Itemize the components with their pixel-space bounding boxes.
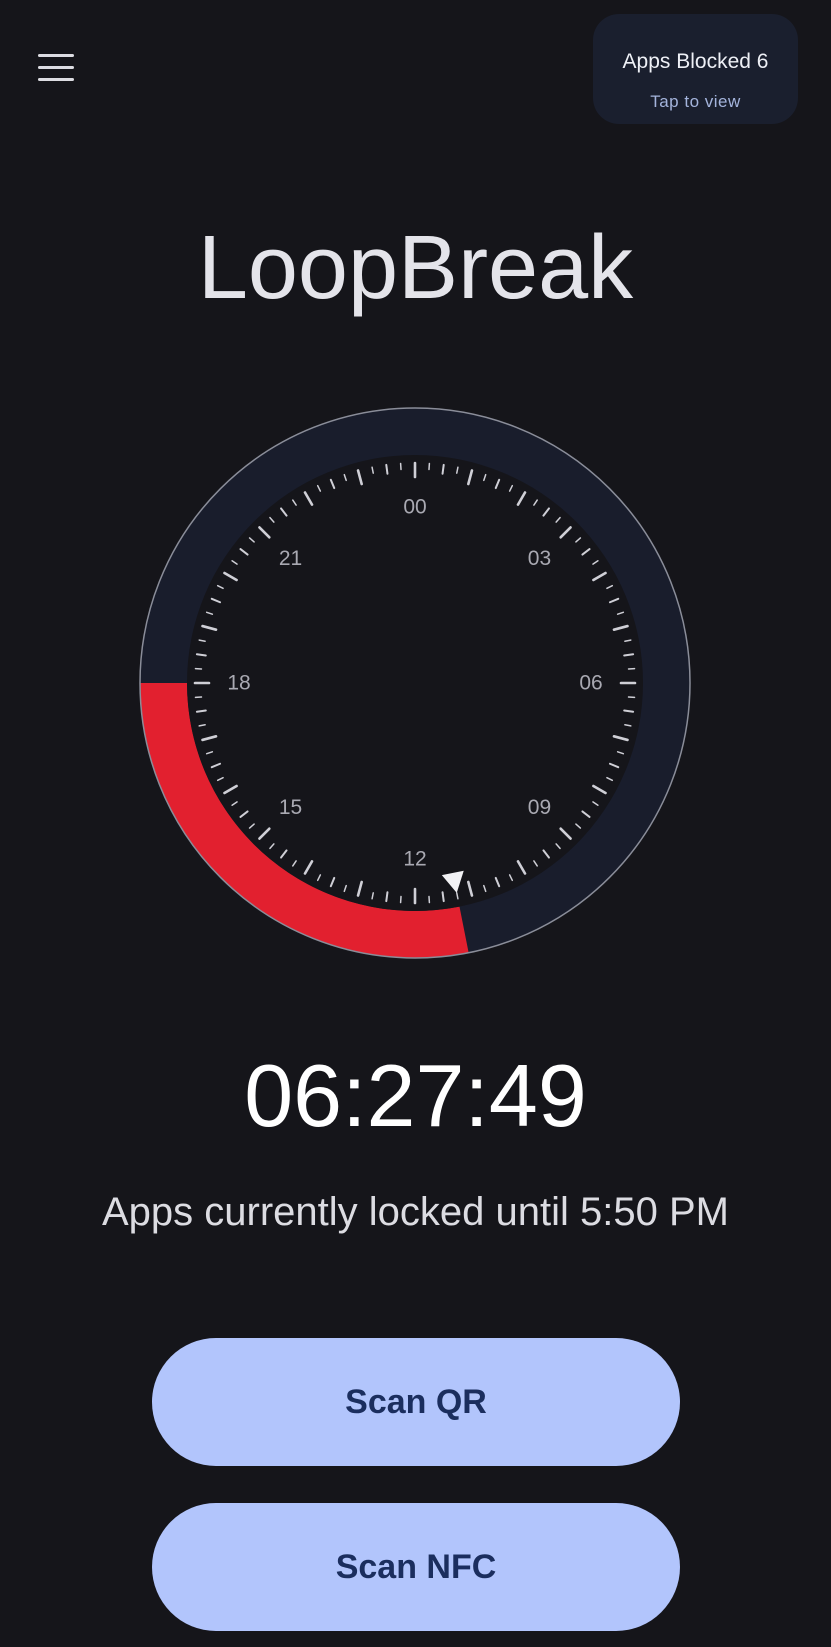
lock-status-text: Apps currently locked until 5:50 PM (102, 1190, 729, 1234)
dial-tick (385, 463, 389, 475)
dial-tick (623, 709, 635, 713)
hour-label: 00 (403, 496, 426, 519)
dial-tick (623, 653, 635, 657)
hour-label: 03 (528, 547, 551, 570)
scan-qr-button[interactable]: Scan QR (152, 1338, 680, 1466)
dial-tick (385, 891, 389, 903)
hour-label: 18 (227, 672, 250, 695)
hour-label: 06 (579, 672, 602, 695)
dial-tick (441, 891, 445, 903)
hour-label: 21 (279, 547, 302, 570)
dial-tick (195, 709, 207, 713)
hour-label: 09 (528, 796, 551, 819)
hour-label: 12 (403, 848, 426, 871)
countdown-timer: 06:27:49 (244, 1046, 587, 1145)
dial-tick (195, 653, 207, 657)
schedule-dial[interactable]: 00 03 06 09 12 15 18 21 (0, 0, 831, 1000)
hour-label: 15 (279, 796, 302, 819)
dial-tick (441, 463, 445, 475)
dial-face (187, 455, 643, 911)
scan-nfc-button[interactable]: Scan NFC (152, 1503, 680, 1631)
